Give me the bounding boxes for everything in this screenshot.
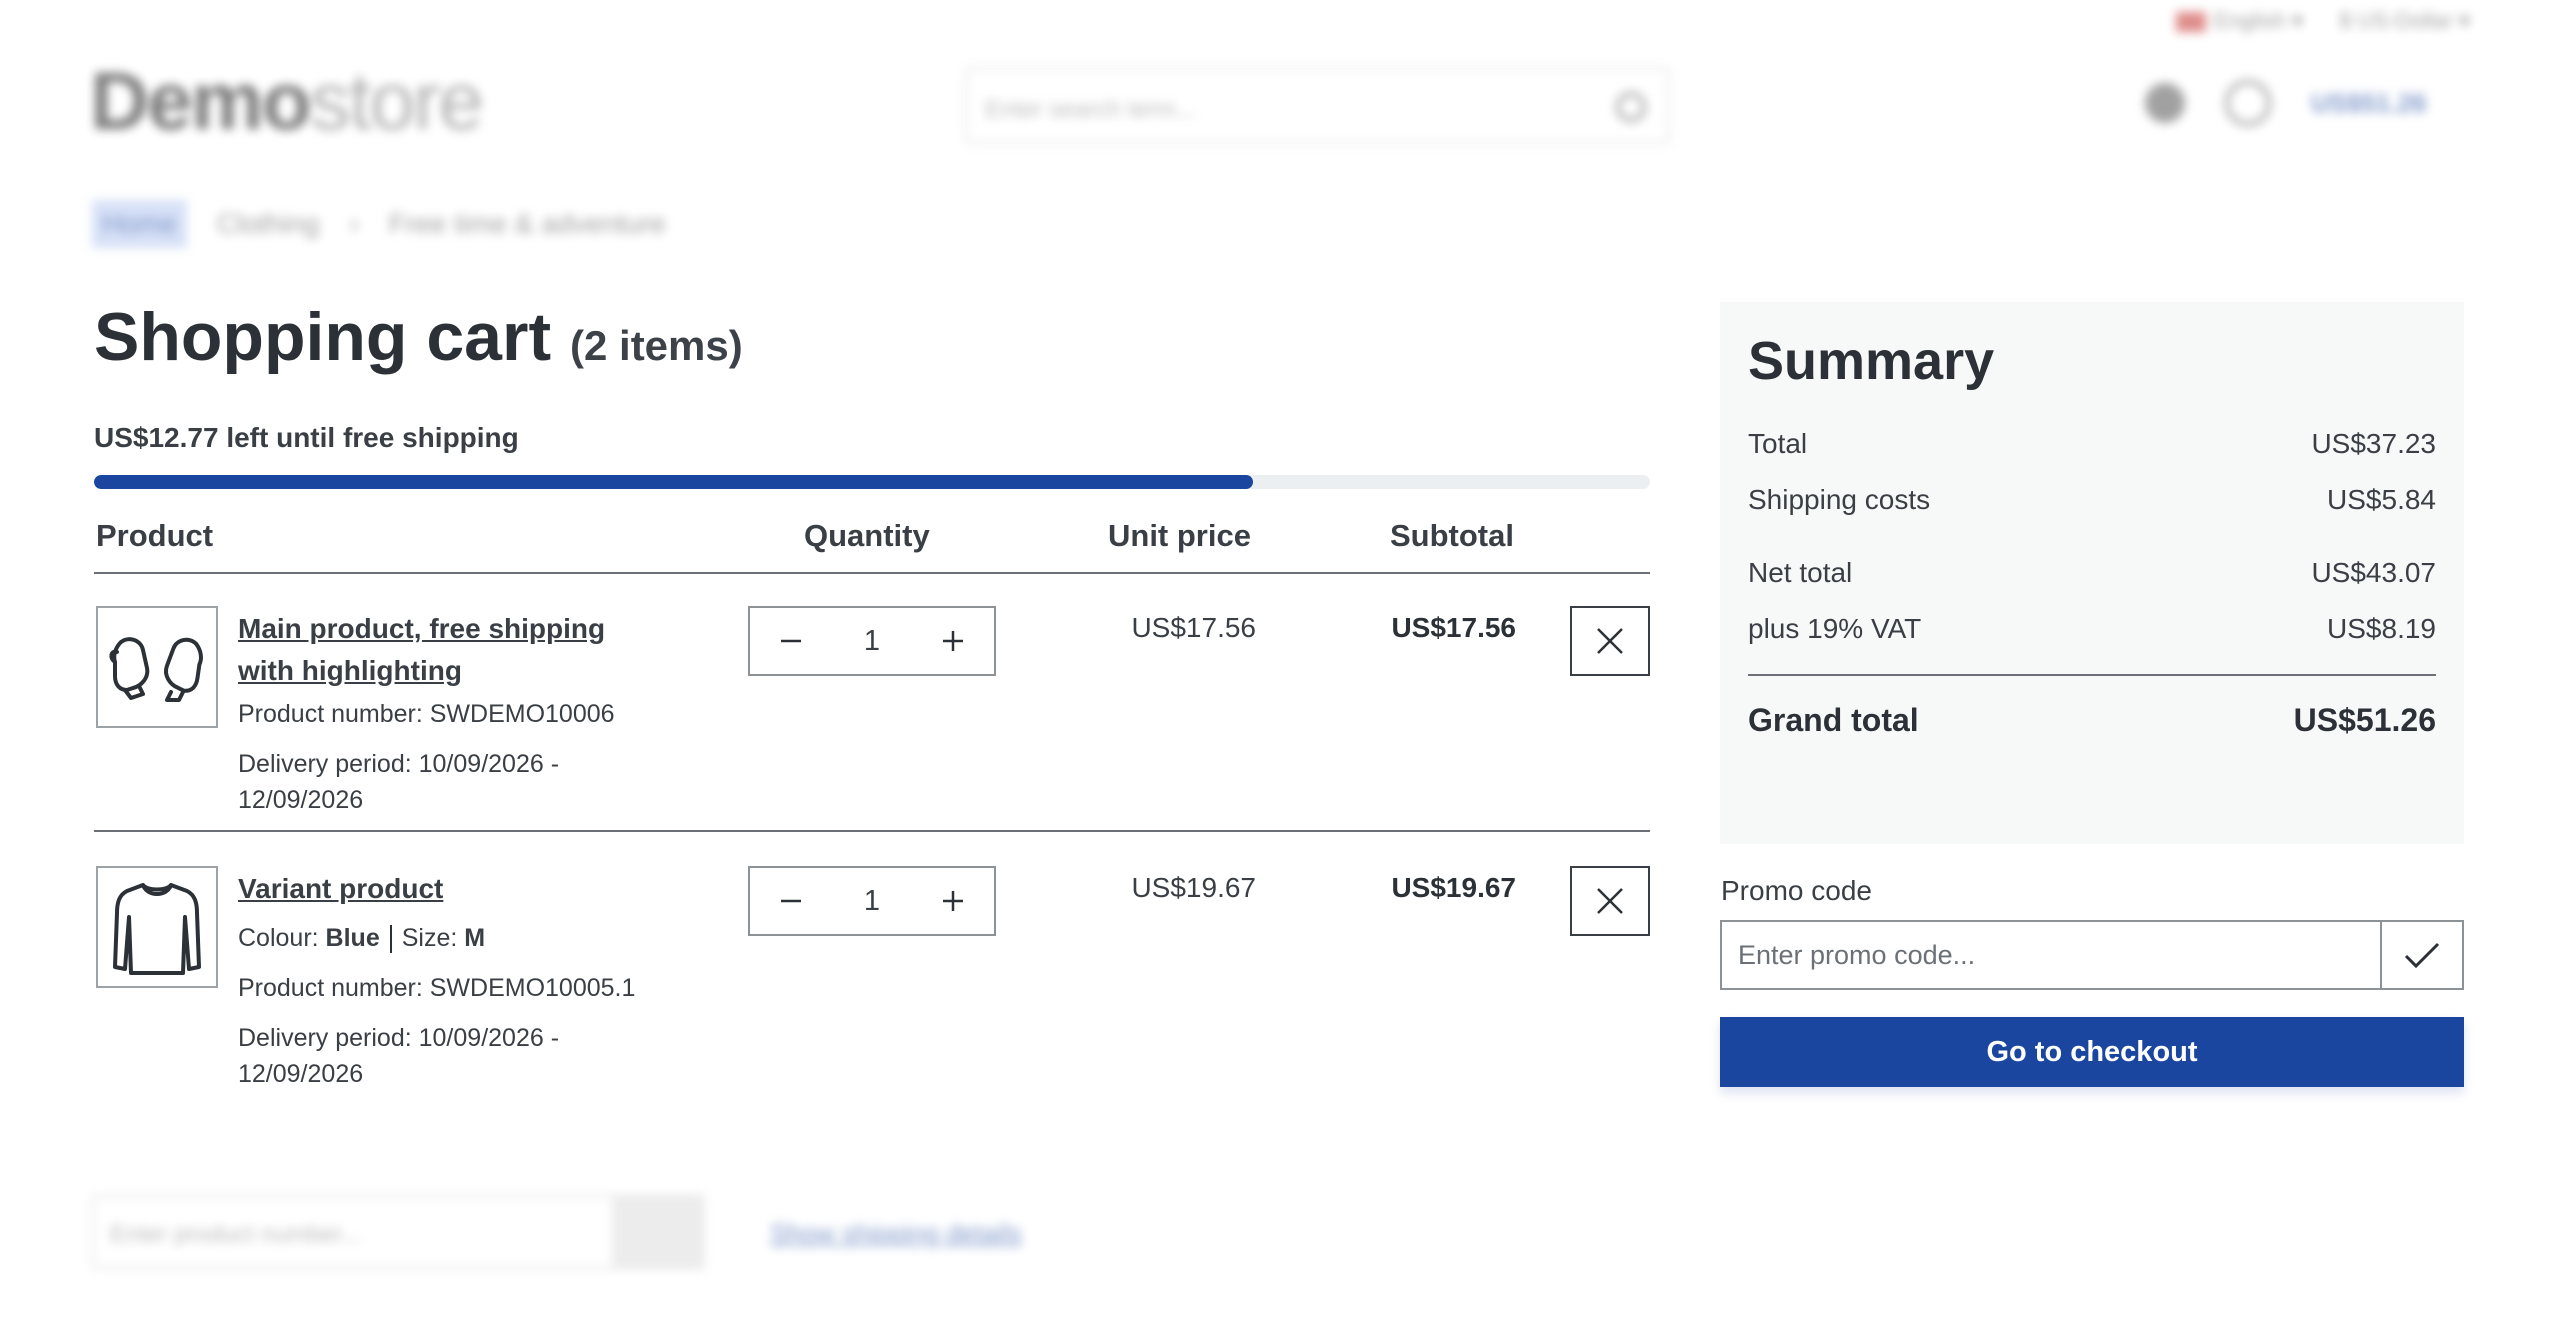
- search-input[interactable]: Enter search term...: [965, 68, 1670, 144]
- summary-shipping: Shipping costs US$5.84: [1748, 484, 2436, 515]
- mittens-icon: [109, 637, 203, 702]
- search-icon[interactable]: [1616, 92, 1646, 122]
- summary-total: Total US$37.23: [1748, 428, 2436, 459]
- delivery-period: Delivery period: 10/09/2026 - 12/09/2026: [238, 1024, 560, 1088]
- breadcrumb-clothing[interactable]: Clothing: [217, 208, 320, 240]
- column-quantity: Quantity: [804, 518, 930, 553]
- breadcrumb-home[interactable]: Home: [92, 200, 187, 248]
- product-thumbnail[interactable]: [96, 606, 218, 728]
- product-number: Product number: SWDEMO10005.1: [238, 974, 636, 1002]
- close-icon: [1597, 628, 1623, 654]
- cart-line-item: Variant product Colour: Blue Size: M Prod…: [94, 834, 1650, 1088]
- free-shipping-text: US$12.77 left until free shipping: [94, 422, 519, 453]
- store-logo[interactable]: Demostore: [90, 55, 484, 149]
- summary-title: Summary: [1748, 331, 1995, 391]
- decrease-quantity-button[interactable]: [776, 626, 806, 656]
- cart-line-item: Main product, free shipping with highlig…: [94, 574, 1650, 832]
- decrease-quantity-button[interactable]: [776, 886, 806, 916]
- breadcrumb-chevron-icon: ›: [349, 208, 359, 239]
- checkmark-icon: [2404, 942, 2440, 969]
- product-info: Variant product Colour: Blue Size: M Prod…: [238, 868, 658, 1092]
- quantity-value[interactable]: 1: [864, 625, 880, 658]
- cart-icon[interactable]: [2225, 80, 2271, 126]
- account-icon[interactable]: [2145, 83, 2185, 123]
- close-icon: [1597, 888, 1623, 914]
- quantity-value[interactable]: 1: [864, 885, 880, 918]
- breadcrumb-current[interactable]: Free time & adventure: [389, 208, 666, 240]
- product-name-link[interactable]: Variant product: [238, 868, 658, 910]
- product-thumbnail[interactable]: [96, 866, 218, 988]
- delivery-period: Delivery period: 10/09/2026 - 12/09/2026: [238, 750, 560, 814]
- variant-divider: [389, 925, 392, 954]
- remove-item-button[interactable]: [1570, 606, 1650, 676]
- summary-net-total: Net total US$43.07: [1748, 557, 2436, 588]
- add-product-input[interactable]: Enter product number...: [92, 1195, 704, 1269]
- cart-table-header: Product Quantity Unit price Subtotal: [94, 518, 1650, 574]
- page-title: Shopping cart (2 items): [94, 299, 743, 375]
- add-product-button[interactable]: [612, 1197, 702, 1267]
- product-name-link[interactable]: Main product, free shipping with highlig…: [238, 608, 658, 692]
- unit-price: US$19.67: [1131, 872, 1256, 903]
- colour-value: Blue: [325, 924, 380, 952]
- summary-divider: [1748, 674, 2436, 676]
- remove-item-button[interactable]: [1570, 866, 1650, 936]
- product-number: Product number: SWDEMO10006: [238, 700, 615, 728]
- item-count: (2 items): [570, 322, 743, 369]
- apply-promo-button[interactable]: [2380, 920, 2464, 990]
- topbar: English ▾ $ US-Dollar ▾: [2175, 8, 2470, 34]
- free-shipping-progress: [94, 475, 1650, 489]
- breadcrumb: Home Clothing › Free time & adventure: [92, 200, 666, 248]
- header-actions: US$51.26: [2145, 80, 2427, 126]
- line-subtotal: US$19.67: [1391, 872, 1516, 903]
- progress-fill: [94, 475, 1254, 489]
- summary-vat: plus 19% VAT US$8.19: [1748, 613, 2436, 644]
- language-selector[interactable]: English ▾: [2175, 8, 2303, 34]
- promo-code-input[interactable]: [1720, 920, 2380, 990]
- checkout-button[interactable]: Go to checkout: [1720, 1017, 2464, 1087]
- sweater-icon: [113, 883, 201, 975]
- size-value: M: [464, 924, 486, 952]
- line-subtotal: US$17.56: [1391, 612, 1516, 643]
- currency-selector[interactable]: $ US-Dollar ▾: [2339, 8, 2470, 34]
- cart-total[interactable]: US$51.26: [2311, 88, 2427, 119]
- column-unit-price: Unit price: [1108, 518, 1251, 553]
- minus-icon: [781, 639, 801, 643]
- column-product: Product: [96, 518, 214, 553]
- flag-icon: [2175, 12, 2206, 33]
- product-info: Main product, free shipping with highlig…: [238, 608, 658, 818]
- summary-grand-total: Grand total US$51.26: [1748, 702, 2436, 738]
- minus-icon: [781, 899, 801, 903]
- column-subtotal: Subtotal: [1390, 518, 1514, 553]
- promo-code-label: Promo code: [1721, 875, 1872, 906]
- promo-code-form: [1720, 920, 2464, 990]
- order-summary: Summary Total US$37.23 Shipping costs US…: [1720, 302, 2464, 844]
- product-variant: Colour: Blue Size: M: [238, 924, 486, 954]
- unit-price: US$17.56: [1131, 612, 1256, 643]
- shipping-details-link[interactable]: Show shipping details: [770, 1218, 1022, 1249]
